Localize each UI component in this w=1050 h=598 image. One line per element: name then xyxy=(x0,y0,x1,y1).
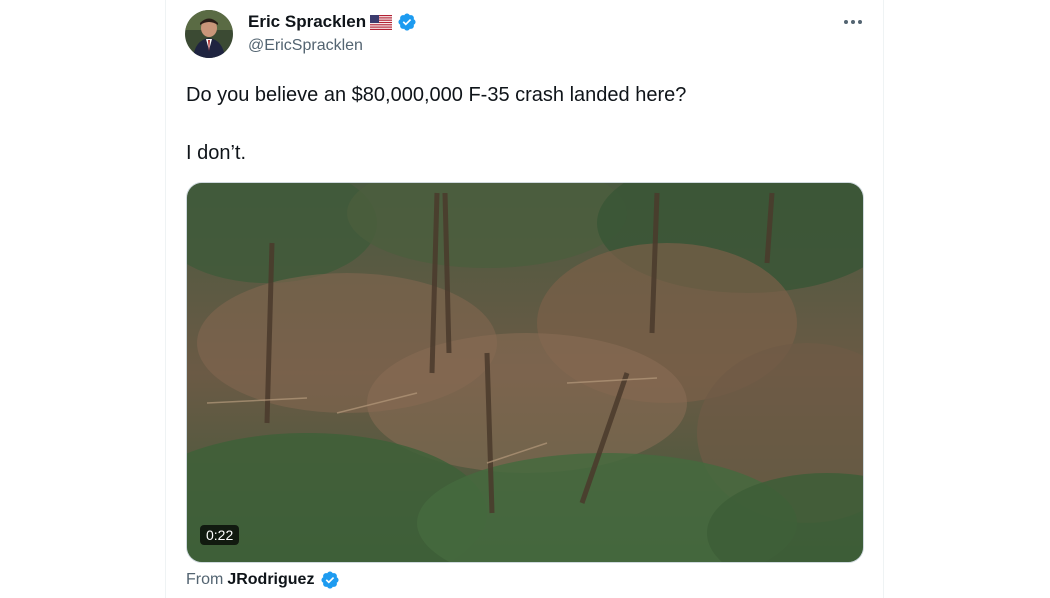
us-flag-icon xyxy=(370,14,393,30)
avatar-image xyxy=(185,10,233,58)
attribution-label: From xyxy=(186,571,224,588)
attribution-source[interactable]: JRodriguez xyxy=(227,571,314,589)
video-thumbnail xyxy=(187,183,863,562)
video-player[interactable] xyxy=(186,182,864,563)
author-name[interactable]: Eric Spracklen xyxy=(248,12,366,32)
author-name-row[interactable]: Eric Spracklen xyxy=(248,11,417,33)
verified-badge-icon xyxy=(397,12,417,32)
more-options-icon xyxy=(844,20,862,24)
more-options-button[interactable] xyxy=(842,12,864,32)
author-handle[interactable]: @EricSpracklen xyxy=(248,37,363,55)
tweet-text-line-2: I don’t. xyxy=(186,142,247,164)
video-duration: 0:22 xyxy=(200,525,240,545)
tweet-text-line-1: Do you believe an $80,000,000 F-35 crash… xyxy=(186,84,687,106)
video-attribution[interactable]: From JRodriguez xyxy=(186,570,340,590)
verified-badge-icon xyxy=(320,570,340,590)
avatar[interactable] xyxy=(185,10,233,58)
